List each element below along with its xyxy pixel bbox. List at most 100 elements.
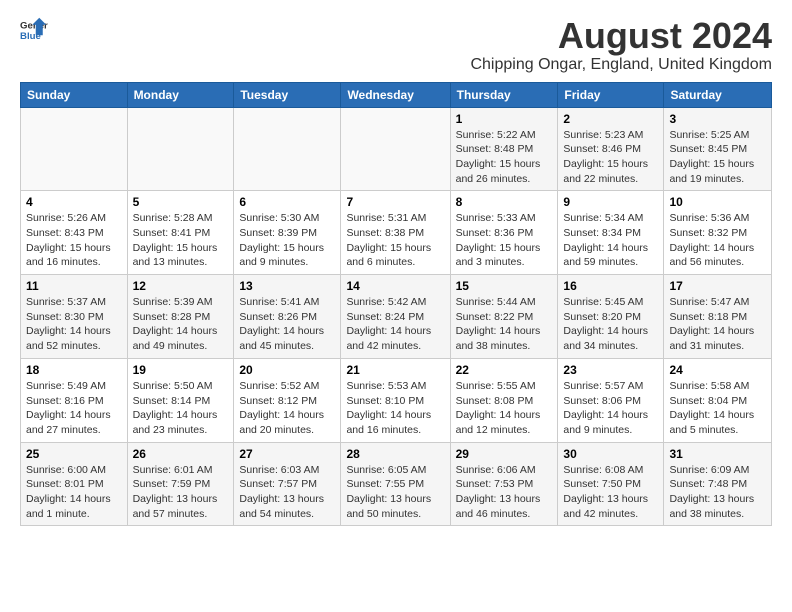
svg-text:General: General xyxy=(20,20,48,31)
calendar-cell: 24 Sunrise: 5:58 AMSunset: 8:04 PMDayligh… xyxy=(664,358,772,442)
day-info: Sunrise: 6:05 AMSunset: 7:55 PMDaylight:… xyxy=(346,463,444,522)
calendar-cell: 17Sunrise: 5:47 AMSunset: 8:18 PMDayligh… xyxy=(664,275,772,359)
calendar-cell: 12 Sunrise: 5:39 AMSunset: 8:28 PMDayligh… xyxy=(127,275,234,359)
day-number: 12 xyxy=(133,279,229,293)
day-info: Sunrise: 5:30 AMSunset: 8:39 PMDaylight:… xyxy=(239,211,335,270)
day-number: 13 xyxy=(239,279,335,293)
calendar-cell: 27 Sunrise: 6:03 AMSunset: 7:57 PMDayligh… xyxy=(234,442,341,526)
calendar-cell: 31 Sunrise: 6:09 AMSunset: 7:48 PMDayligh… xyxy=(664,442,772,526)
day-number: 15 xyxy=(456,279,553,293)
calendar-cell: 11 Sunrise: 5:37 AMSunset: 8:30 PMDayligh… xyxy=(21,275,128,359)
calendar-cell: 14 Sunrise: 5:42 AMSunset: 8:24 PMDayligh… xyxy=(341,275,450,359)
day-number: 11 xyxy=(26,279,122,293)
day-info: Sunrise: 5:39 AMSunset: 8:28 PMDaylight:… xyxy=(133,295,229,354)
day-info: Sunrise: 6:01 AMSunset: 7:59 PMDaylight:… xyxy=(133,463,229,522)
calendar-cell: 7 Sunrise: 5:31 AMSunset: 8:38 PMDaylight… xyxy=(341,191,450,275)
day-info: Sunrise: 5:55 AMSunset: 8:08 PMDaylight:… xyxy=(456,379,553,438)
calendar-cell: 19 Sunrise: 5:50 AMSunset: 8:14 PMDayligh… xyxy=(127,358,234,442)
day-info: Sunrise: 5:31 AMSunset: 8:38 PMDaylight:… xyxy=(346,211,444,270)
calendar-cell xyxy=(21,107,128,191)
calendar-cell: 28 Sunrise: 6:05 AMSunset: 7:55 PMDayligh… xyxy=(341,442,450,526)
calendar-cell: 5Sunrise: 5:28 AMSunset: 8:41 PMDaylight… xyxy=(127,191,234,275)
calendar-header: Sunday Monday Tuesday Wednesday Thursday… xyxy=(21,82,772,107)
col-thursday: Thursday xyxy=(450,82,558,107)
day-number: 29 xyxy=(456,447,553,461)
calendar-cell: 26 Sunrise: 6:01 AMSunset: 7:59 PMDayligh… xyxy=(127,442,234,526)
calendar-cell: 3 Sunrise: 5:25 AMSunset: 8:45 PMDaylight… xyxy=(664,107,772,191)
day-number: 25 xyxy=(26,447,122,461)
day-number: 18 xyxy=(26,363,122,377)
logo: General Blue xyxy=(20,16,48,44)
calendar-cell: 16 Sunrise: 5:45 AMSunset: 8:20 PMDayligh… xyxy=(558,275,664,359)
day-number: 30 xyxy=(563,447,658,461)
col-monday: Monday xyxy=(127,82,234,107)
day-number: 8 xyxy=(456,195,553,209)
day-info: Sunrise: 5:52 AMSunset: 8:12 PMDaylight:… xyxy=(239,379,335,438)
day-info: Sunrise: 6:03 AMSunset: 7:57 PMDaylight:… xyxy=(239,463,335,522)
day-number: 28 xyxy=(346,447,444,461)
day-info: Sunrise: 5:34 AMSunset: 8:34 PMDaylight:… xyxy=(563,211,658,270)
calendar-cell: 25Sunrise: 6:00 AMSunset: 8:01 PMDayligh… xyxy=(21,442,128,526)
day-number: 3 xyxy=(669,112,766,126)
day-number: 31 xyxy=(669,447,766,461)
calendar-body: 1Sunrise: 5:22 AMSunset: 8:48 PMDaylight… xyxy=(21,107,772,526)
title-area: August 2024 Chipping Ongar, England, Uni… xyxy=(470,16,772,74)
day-number: 23 xyxy=(563,363,658,377)
day-number: 10 xyxy=(669,195,766,209)
day-number: 5 xyxy=(133,195,229,209)
calendar-cell xyxy=(127,107,234,191)
day-info: Sunrise: 5:42 AMSunset: 8:24 PMDaylight:… xyxy=(346,295,444,354)
calendar-cell: 1Sunrise: 5:22 AMSunset: 8:48 PMDaylight… xyxy=(450,107,558,191)
calendar-week-1: 1Sunrise: 5:22 AMSunset: 8:48 PMDaylight… xyxy=(21,107,772,191)
day-number: 16 xyxy=(563,279,658,293)
day-number: 14 xyxy=(346,279,444,293)
month-year: August 2024 xyxy=(470,16,772,56)
day-info: Sunrise: 5:26 AMSunset: 8:43 PMDaylight:… xyxy=(26,211,122,270)
calendar-cell: 2Sunrise: 5:23 AMSunset: 8:46 PMDaylight… xyxy=(558,107,664,191)
calendar-cell: 4Sunrise: 5:26 AMSunset: 8:43 PMDaylight… xyxy=(21,191,128,275)
calendar-cell: 18 Sunrise: 5:49 AMSunset: 8:16 PMDayligh… xyxy=(21,358,128,442)
day-number: 24 xyxy=(669,363,766,377)
day-info: Sunrise: 6:06 AMSunset: 7:53 PMDaylight:… xyxy=(456,463,553,522)
day-number: 7 xyxy=(346,195,444,209)
day-number: 19 xyxy=(133,363,229,377)
day-number: 1 xyxy=(456,112,553,126)
calendar-cell: 30 Sunrise: 6:08 AMSunset: 7:50 PMDayligh… xyxy=(558,442,664,526)
calendar-cell xyxy=(234,107,341,191)
day-info: Sunrise: 5:50 AMSunset: 8:14 PMDaylight:… xyxy=(133,379,229,438)
col-friday: Friday xyxy=(558,82,664,107)
day-info: Sunrise: 5:33 AMSunset: 8:36 PMDaylight:… xyxy=(456,211,553,270)
calendar-week-5: 25Sunrise: 6:00 AMSunset: 8:01 PMDayligh… xyxy=(21,442,772,526)
day-number: 9 xyxy=(563,195,658,209)
calendar-cell: 6Sunrise: 5:30 AMSunset: 8:39 PMDaylight… xyxy=(234,191,341,275)
calendar-cell: 21 Sunrise: 5:53 AMSunset: 8:10 PMDayligh… xyxy=(341,358,450,442)
col-saturday: Saturday xyxy=(664,82,772,107)
calendar-cell: 9 Sunrise: 5:34 AMSunset: 8:34 PMDaylight… xyxy=(558,191,664,275)
day-info: Sunrise: 6:09 AMSunset: 7:48 PMDaylight:… xyxy=(669,463,766,522)
day-info: Sunrise: 5:25 AMSunset: 8:45 PMDaylight:… xyxy=(669,128,766,187)
day-number: 20 xyxy=(239,363,335,377)
col-sunday: Sunday xyxy=(21,82,128,107)
day-info: Sunrise: 6:08 AMSunset: 7:50 PMDaylight:… xyxy=(563,463,658,522)
logo-icon: General Blue xyxy=(20,16,48,44)
col-tuesday: Tuesday xyxy=(234,82,341,107)
day-info: Sunrise: 5:37 AMSunset: 8:30 PMDaylight:… xyxy=(26,295,122,354)
day-info: Sunrise: 5:58 AMSunset: 8:04 PMDaylight:… xyxy=(669,379,766,438)
calendar-cell: 20 Sunrise: 5:52 AMSunset: 8:12 PMDayligh… xyxy=(234,358,341,442)
day-number: 27 xyxy=(239,447,335,461)
day-info: Sunrise: 5:44 AMSunset: 8:22 PMDaylight:… xyxy=(456,295,553,354)
calendar-week-3: 11 Sunrise: 5:37 AMSunset: 8:30 PMDayligh… xyxy=(21,275,772,359)
calendar-week-4: 18 Sunrise: 5:49 AMSunset: 8:16 PMDayligh… xyxy=(21,358,772,442)
calendar-cell xyxy=(341,107,450,191)
day-info: Sunrise: 5:53 AMSunset: 8:10 PMDaylight:… xyxy=(346,379,444,438)
header-row: Sunday Monday Tuesday Wednesday Thursday… xyxy=(21,82,772,107)
day-info: Sunrise: 5:49 AMSunset: 8:16 PMDaylight:… xyxy=(26,379,122,438)
day-info: Sunrise: 5:41 AMSunset: 8:26 PMDaylight:… xyxy=(239,295,335,354)
header: General Blue August 2024 Chipping Ongar,… xyxy=(20,16,772,74)
day-number: 21 xyxy=(346,363,444,377)
day-info: Sunrise: 5:45 AMSunset: 8:20 PMDaylight:… xyxy=(563,295,658,354)
calendar-cell: 23Sunrise: 5:57 AMSunset: 8:06 PMDayligh… xyxy=(558,358,664,442)
calendar-cell: 8 Sunrise: 5:33 AMSunset: 8:36 PMDaylight… xyxy=(450,191,558,275)
day-info: Sunrise: 5:47 AMSunset: 8:18 PMDaylight:… xyxy=(669,295,766,354)
day-number: 26 xyxy=(133,447,229,461)
